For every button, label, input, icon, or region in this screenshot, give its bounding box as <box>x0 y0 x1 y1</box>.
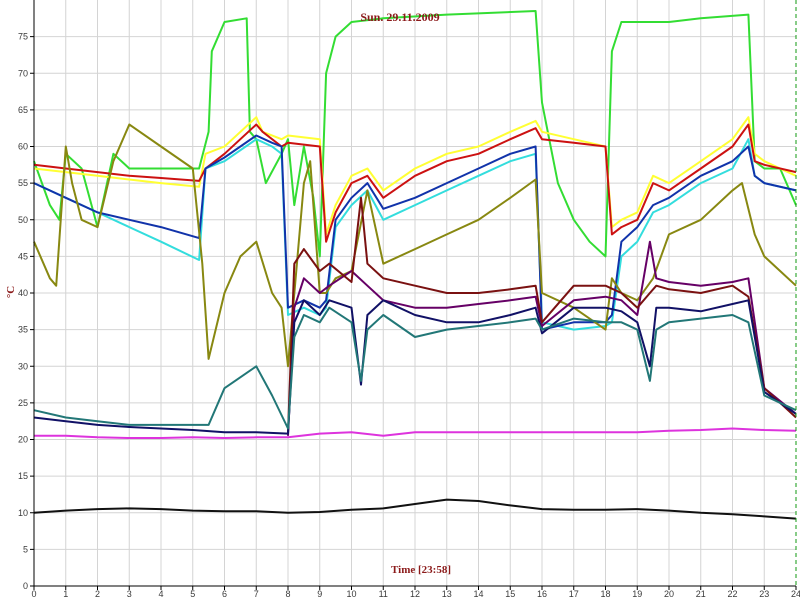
x-tick-label: 13 <box>442 589 452 599</box>
x-tick-label: 5 <box>190 589 195 599</box>
line-chart: 0 1 2 3 4 5 6 7 8 9 10 11 12 13 14 15 16 17 18 19 20 21 22 23 24… <box>5 0 800 599</box>
x-tick-label: 7 <box>254 589 259 599</box>
y-tick-label: 45 <box>18 251 28 261</box>
x-tick-label: 19 <box>632 589 642 599</box>
y-tick-label: 20 <box>18 435 28 445</box>
x-tick-label: 6 <box>222 589 227 599</box>
x-tick-label: 15 <box>505 589 515 599</box>
y-axis-label: °C <box>5 286 17 298</box>
y-tick-label: 10 <box>18 508 28 518</box>
y-tick-labels: 0 5 10 15 20 25 30 35 40 45 50 55 60 65 70 75 <box>18 32 34 591</box>
x-tick-label: 2 <box>95 589 100 599</box>
x-tick-label: 12 <box>410 589 420 599</box>
x-tick-label: 11 <box>379 589 388 599</box>
x-tick-label: 14 <box>473 589 483 599</box>
x-tick-label: 16 <box>537 589 547 599</box>
x-tick-label: 23 <box>759 589 769 599</box>
x-tick-label: 9 <box>317 589 322 599</box>
y-tick-label: 40 <box>18 288 28 298</box>
y-tick-label: 65 <box>18 105 28 115</box>
x-tick-label: 20 <box>664 589 674 599</box>
y-tick-label: 30 <box>18 361 28 371</box>
y-tick-label: 60 <box>18 142 28 152</box>
y-tick-label: 35 <box>18 325 28 335</box>
x-tick-label: 17 <box>569 589 579 599</box>
x-tick-label: 22 <box>727 589 737 599</box>
chart-title: Sun. 29.11.2009 <box>360 10 439 24</box>
x-axis-label: Time [23:58] <box>391 564 451 576</box>
y-tick-label: 50 <box>18 215 28 225</box>
x-tick-label: 0 <box>31 589 36 599</box>
x-tick-label: 3 <box>127 589 132 599</box>
y-tick-label: 75 <box>18 32 28 42</box>
x-tick-label: 10 <box>346 589 356 599</box>
y-tick-label: 70 <box>18 68 28 78</box>
x-tick-labels: 0 1 2 3 4 5 6 7 8 9 10 11 12 13 14 15 16 17 18 19 20 21 22 23 24 <box>31 586 800 599</box>
y-tick-label: 0 <box>23 581 28 591</box>
y-tick-label: 55 <box>18 178 28 188</box>
x-tick-label: 1 <box>63 589 68 599</box>
x-tick-label: 8 <box>285 589 290 599</box>
x-tick-label: 18 <box>600 589 610 599</box>
y-tick-label: 25 <box>18 398 28 408</box>
x-tick-label: 24 <box>791 589 800 599</box>
y-tick-label: 5 <box>23 544 28 554</box>
x-tick-label: 4 <box>158 589 163 599</box>
x-tick-label: 21 <box>696 589 706 599</box>
y-tick-label: 15 <box>18 471 28 481</box>
